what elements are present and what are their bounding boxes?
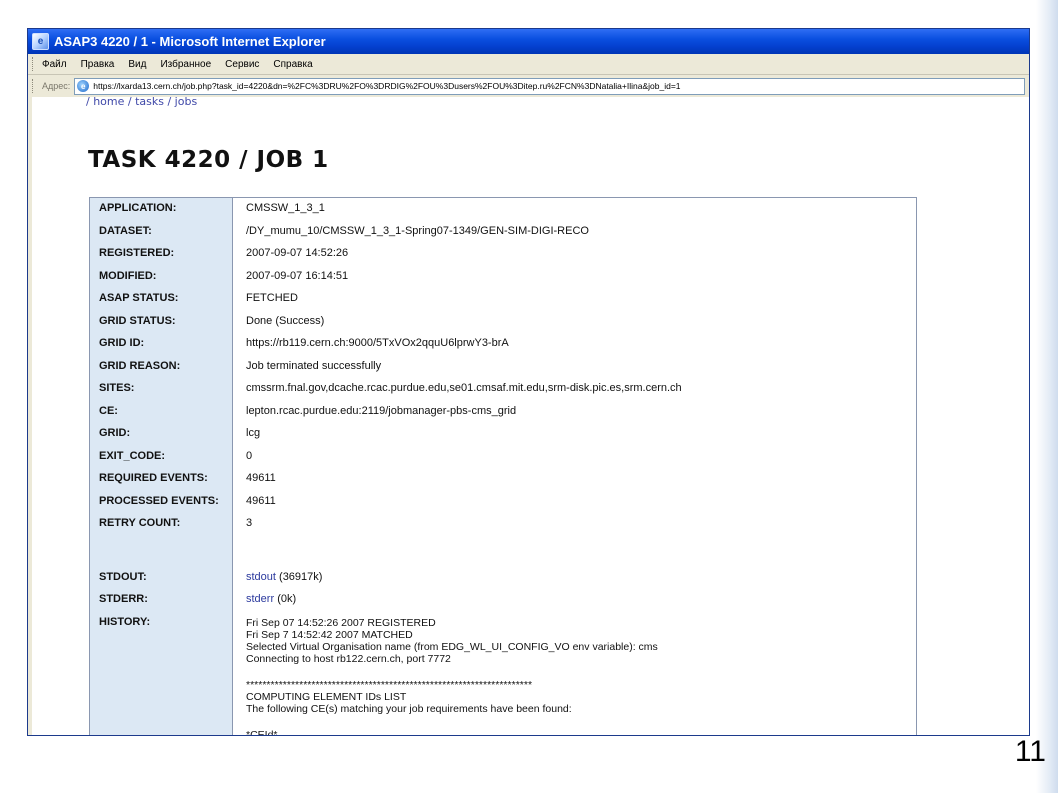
field-value: 49611: [246, 494, 276, 507]
page-content: / home / tasks / jobs TASK 4220 / JOB 1 …: [28, 95, 1029, 736]
field-value: lepton.rcac.purdue.edu:2119/jobmanager-p…: [246, 404, 517, 417]
field-label: ASAP STATUS:: [99, 292, 179, 304]
window-title: ASAP3 4220 / 1 - Microsoft Internet Expl…: [54, 34, 326, 49]
history-line: *CEId*: [246, 729, 278, 736]
field-row: ASAP STATUS: FETCHED: [90, 292, 916, 314]
field-value: 49611: [246, 472, 276, 484]
menu-edit[interactable]: Правка: [81, 59, 115, 70]
field-label: GRID STATUS:: [99, 314, 176, 327]
field-row: DATASET: /DY_mumu_10/CMSSW_1_3_1-Spring07…: [90, 225, 916, 247]
stdout-size: (36917k): [279, 571, 323, 583]
field-value: Done (Success): [246, 314, 325, 327]
field-value: 2007-09-07 16:14:51: [246, 269, 349, 282]
field-value: FETCHED: [246, 292, 298, 304]
stderr-row: STDERR: stderr (0k): [90, 593, 916, 615]
field-value: lcg: [246, 427, 261, 439]
history-line: Connecting to host rb122.cern.ch, port 7…: [246, 653, 451, 665]
field-label: MODIFIED:: [99, 269, 157, 282]
field-row: GRID STATUS: Done (Success): [90, 315, 916, 337]
history-line: ****************************************…: [246, 679, 533, 691]
stdout-link[interactable]: stdout: [246, 571, 276, 583]
menu-bar: Файл Правка Вид Избранное Сервис Справка: [28, 54, 1029, 75]
field-value: stdout (36917k): [246, 571, 322, 583]
field-value: 2007-09-07 14:52:26: [246, 247, 349, 259]
page-title: TASK 4220 / JOB 1: [88, 147, 329, 173]
field-label: PROCESSED EVENTS:: [99, 494, 219, 507]
field-value: /DY_mumu_10/CMSSW_1_3_1-Spring07-1349/GE…: [246, 224, 589, 237]
slide-number: 11: [1014, 735, 1046, 768]
history-row: HISTORY:: [90, 616, 916, 638]
page-icon: e: [77, 80, 90, 92]
menu-view[interactable]: Вид: [128, 59, 146, 70]
history-line: The following CE(s) matching your job re…: [246, 703, 572, 715]
job-info-table: APPLICATION: CMSSW_1_3_1 DATASET: /DY_mumu_…: [89, 197, 917, 736]
field-value: https://rb119.cern.ch:9000/5TxVOx2qquU6l…: [246, 337, 509, 349]
field-row: GRID: lcg: [90, 427, 916, 449]
field-row: APPLICATION: CMSSW_1_3_1: [90, 202, 916, 224]
field-value: cmssrm.fnal.gov,dcache.rcac.purdue.edu,s…: [246, 382, 682, 394]
field-value: stderr (0k): [246, 593, 296, 605]
address-label: Адрес:: [42, 81, 71, 91]
field-label: RETRY COUNT:: [99, 517, 181, 529]
menu-help[interactable]: Справка: [273, 59, 312, 70]
history-line: Fri Sep 07 14:52:26 2007 REGISTERED: [246, 617, 436, 629]
field-row: PROCESSED EVENTS: 49611: [90, 495, 916, 517]
field-label: DATASET:: [99, 224, 152, 237]
title-bar: e ASAP3 4220 / 1 - Microsoft Internet Ex…: [28, 29, 1029, 54]
field-label: APPLICATION:: [99, 202, 177, 214]
field-row: GRID REASON: Job terminated successfully: [90, 360, 916, 382]
field-label: HISTORY:: [99, 616, 151, 628]
history-line: COMPUTING ELEMENT IDs LIST: [246, 691, 407, 703]
field-row: REQUIRED EVENTS: 49611: [90, 472, 916, 494]
field-row: RETRY COUNT: 3: [90, 517, 916, 539]
breadcrumb[interactable]: / home / tasks / jobs: [86, 95, 197, 108]
field-label: REQUIRED EVENTS:: [99, 472, 208, 484]
field-value: 0: [246, 449, 253, 462]
field-value: 3: [246, 517, 253, 529]
toolbar-grip[interactable]: [32, 57, 36, 71]
browser-window: e ASAP3 4220 / 1 - Microsoft Internet Ex…: [27, 28, 1030, 736]
field-label: SITES:: [99, 382, 135, 394]
url-text[interactable]: https://lxarda13.cern.ch/job.php?task_id…: [93, 81, 680, 91]
field-value: CMSSW_1_3_1: [246, 202, 325, 214]
history-line: Selected Virtual Organisation name (from…: [246, 641, 658, 653]
field-row: MODIFIED: 2007-09-07 16:14:51: [90, 270, 916, 292]
menu-favorites[interactable]: Избранное: [160, 59, 211, 70]
ie-app-icon: e: [32, 33, 49, 50]
field-row: SITES: cmssrm.fnal.gov,dcache.rcac.purdue…: [90, 382, 916, 404]
slide-edge-decoration: [1036, 0, 1058, 793]
menu-file[interactable]: Файл: [42, 59, 67, 70]
field-label: STDOUT:: [99, 571, 147, 583]
toolbar-grip[interactable]: [32, 79, 36, 93]
field-row: CE: lepton.rcac.purdue.edu:2119/jobmanage…: [90, 405, 916, 427]
stdout-row: STDOUT: stdout (36917k): [90, 571, 916, 593]
field-row: GRID ID: https://rb119.cern.ch:9000/5TxVO…: [90, 337, 916, 359]
stderr-link[interactable]: stderr: [246, 593, 274, 605]
field-value: Job terminated successfully: [246, 359, 382, 372]
field-label: GRID ID:: [99, 337, 145, 349]
stderr-size: (0k): [277, 593, 297, 605]
field-label: REGISTERED:: [99, 247, 175, 259]
field-label: GRID REASON:: [99, 359, 181, 372]
field-label: STDERR:: [99, 593, 148, 605]
history-line: Fri Sep 7 14:52:42 2007 MATCHED: [246, 629, 413, 641]
field-label: EXIT_CODE:: [99, 449, 166, 462]
field-row: REGISTERED: 2007-09-07 14:52:26: [90, 247, 916, 269]
left-frame-edge: [28, 97, 32, 735]
address-field[interactable]: e https://lxarda13.cern.ch/job.php?task_…: [74, 77, 1025, 95]
field-row: EXIT_CODE: 0: [90, 450, 916, 472]
field-label: CE:: [99, 404, 118, 417]
menu-tools[interactable]: Сервис: [225, 59, 259, 70]
field-label: GRID:: [99, 427, 131, 439]
